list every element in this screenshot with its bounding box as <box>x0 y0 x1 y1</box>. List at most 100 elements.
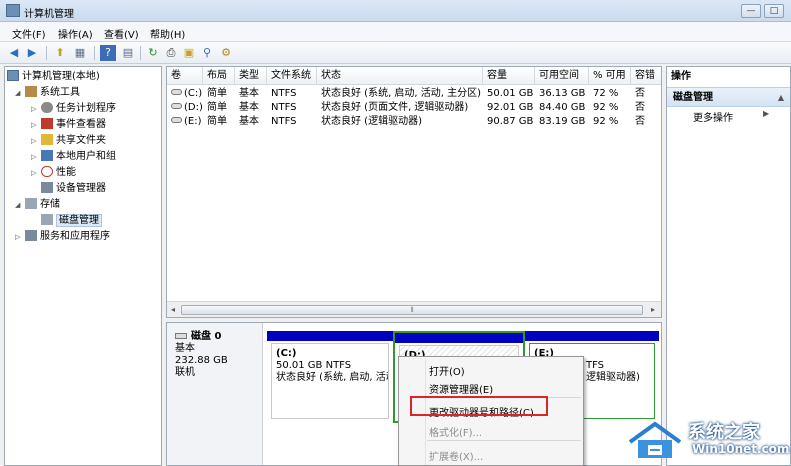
volume-filesystem: NTFS <box>271 116 297 127</box>
more-actions-label: 更多操作 <box>693 113 733 124</box>
expand-icon[interactable]: ▷ <box>15 229 25 245</box>
tree-item-local-users[interactable]: ▷ 本地用户和组 <box>31 149 116 165</box>
menu-item-extend-volume[interactable]: 扩展卷(X)... <box>429 448 483 463</box>
tree-item-system-tools[interactable]: ◢ 系统工具 <box>15 85 80 101</box>
tree-item-shared-folders[interactable]: ▷ 共享文件夹 <box>31 133 106 149</box>
window-title: 计算机管理 <box>24 9 74 20</box>
scrollbar-thumb[interactable]: ⦀ <box>181 305 643 315</box>
expand-icon[interactable]: ▷ <box>31 165 41 181</box>
table-row[interactable]: (E:) 简单 基本 NTFS 状态良好 (逻辑驱动器) 90.87 GB 83… <box>167 114 661 129</box>
volume-capacity: 92.01 GB <box>487 102 534 113</box>
console-icon[interactable]: ▤ <box>120 45 136 61</box>
column-header-layout[interactable]: 布局 <box>203 67 235 85</box>
refresh-icon[interactable]: ↻ <box>145 45 161 61</box>
more-actions-arrow-icon: ▶ <box>763 109 770 118</box>
expand-icon[interactable]: ▷ <box>31 101 41 117</box>
volume-capacity: 90.87 GB <box>487 116 534 127</box>
column-header-type[interactable]: 类型 <box>235 67 267 85</box>
column-header-filesystem[interactable]: 文件系统 <box>267 67 317 85</box>
volume-layout: 简单 <box>207 88 227 99</box>
partition-bar <box>395 333 523 343</box>
watermark-brand: 系统之家 <box>688 422 760 443</box>
partition-c[interactable]: (C:) 50.01 GB NTFS 状态良好 (系统, 启动, 活动, 主分区… <box>267 331 393 423</box>
volume-status: 状态良好 (页面文件, 逻辑驱动器) <box>321 102 469 113</box>
storage-icon <box>25 198 37 209</box>
expand-icon[interactable]: ▷ <box>31 117 41 133</box>
menu-item-format[interactable]: 格式化(F)... <box>429 424 482 439</box>
tree-item-disk-management[interactable]: 磁盘管理 <box>41 213 102 229</box>
tree-item-device-manager[interactable]: 设备管理器 <box>41 181 106 197</box>
menu-help[interactable]: 帮助(H) <box>150 26 185 41</box>
column-header-percent-free[interactable]: % 可用 <box>589 67 631 85</box>
volume-filesystem: NTFS <box>271 88 297 99</box>
search-icon[interactable]: ⚲ <box>199 45 215 61</box>
volume-free-space: 84.40 GB <box>539 102 586 113</box>
volume-type: 基本 <box>239 102 259 113</box>
tree-item-event-viewer[interactable]: ▷ 事件查看器 <box>31 117 106 133</box>
device-manager-icon <box>41 182 53 193</box>
up-icon[interactable]: ⬆ <box>52 45 68 61</box>
disk-status: 联机 <box>175 367 195 378</box>
properties-icon[interactable]: ▣ <box>181 45 197 61</box>
volume-name: (C:) <box>184 88 203 99</box>
tree-item-storage[interactable]: ◢ 存储 <box>15 197 60 213</box>
more-actions-link[interactable]: 更多操作 ▶ <box>693 109 769 124</box>
volume-status: 状态良好 (逻辑驱动器) <box>321 116 422 127</box>
actions-pane: 操作 磁盘管理 ▲ 更多操作 ▶ <box>666 66 791 466</box>
tree-item-task-scheduler[interactable]: ▷ 任务计划程序 <box>31 101 116 117</box>
horizontal-scrollbar[interactable]: ◂ ⦀ ▸ <box>167 301 661 317</box>
navigation-tree: 计算机管理(本地) ◢ 系统工具 ▷ 任务计划程序 ▷ 事件查看器 ▷ 共享文件夹 ▷ 本… <box>4 66 162 466</box>
collapse-icon[interactable]: ◢ <box>15 197 25 213</box>
column-header-volume[interactable]: 卷 <box>167 67 203 85</box>
maximize-button[interactable]: □ <box>764 4 784 18</box>
table-row[interactable]: (C:) 简单 基本 NTFS 状态良好 (系统, 启动, 活动, 主分区) 5… <box>167 86 661 101</box>
column-header-status[interactable]: 状态 <box>317 67 483 85</box>
menu-action[interactable]: 操作(A) <box>58 26 93 41</box>
disk-size: 232.88 GB <box>175 355 228 366</box>
tree-item-services[interactable]: ▷ 服务和应用程序 <box>15 229 110 245</box>
scroll-right-icon[interactable]: ▸ <box>651 305 655 314</box>
collapse-arrow-icon[interactable]: ▲ <box>778 88 784 108</box>
users-icon <box>41 150 53 161</box>
scroll-left-icon[interactable]: ◂ <box>171 305 175 314</box>
volume-percent-free: 92 % <box>593 102 619 113</box>
performance-icon <box>41 166 53 177</box>
partition-bar <box>525 331 659 341</box>
toolbar-separator <box>140 46 141 60</box>
menu-view[interactable]: 查看(V) <box>104 26 139 41</box>
volume-status: 状态良好 (系统, 启动, 活动, 主分区) <box>321 88 482 99</box>
column-header-fault-tolerance[interactable]: 容错 <box>631 67 661 85</box>
title-bar: 计算机管理 — □ <box>0 0 791 22</box>
table-row[interactable]: (D:) 简单 基本 NTFS 状态良好 (页面文件, 逻辑驱动器) 92.01… <box>167 100 661 115</box>
help-icon[interactable]: ? <box>100 45 116 61</box>
partition-name: (C:) <box>276 348 297 359</box>
collapse-icon[interactable]: ◢ <box>15 85 25 101</box>
export-icon[interactable]: ⎙ <box>163 45 179 61</box>
back-icon[interactable]: ◀ <box>6 45 22 61</box>
volume-fault-tolerance: 否 <box>635 88 645 99</box>
clock-icon <box>41 102 53 113</box>
menu-item-explorer[interactable]: 资源管理器(E) <box>429 381 493 396</box>
tools-icon <box>25 86 37 97</box>
volume-free-space: 36.13 GB <box>539 88 586 99</box>
highlight-annotation <box>410 396 548 416</box>
forward-icon[interactable]: ▶ <box>24 45 40 61</box>
menu-file[interactable]: 文件(F) <box>12 26 46 41</box>
minimize-button[interactable]: — <box>741 4 761 18</box>
column-header-capacity[interactable]: 容量 <box>483 67 535 85</box>
tree-item-root[interactable]: 计算机管理(本地) <box>7 69 100 85</box>
menu-item-open[interactable]: 打开(O) <box>429 363 465 378</box>
settings-icon[interactable]: ⚙ <box>218 45 234 61</box>
disk-0-label[interactable]: 磁盘 0 基本 232.88 GB 联机 <box>167 323 263 465</box>
disk-management-icon <box>41 214 53 225</box>
toolbar: ◀ ▶ ⬆ ▦ ? ▤ ↻ ⎙ ▣ ⚲ ⚙ <box>0 42 791 64</box>
volume-list-header: 卷 布局 类型 文件系统 状态 容量 可用空间 % 可用 容错 <box>167 67 661 85</box>
show-hide-tree-icon[interactable]: ▦ <box>72 45 88 61</box>
column-header-free-space[interactable]: 可用空间 <box>535 67 589 85</box>
event-viewer-icon <box>41 118 53 129</box>
expand-icon[interactable]: ▷ <box>31 133 41 149</box>
actions-section-disk-management[interactable]: 磁盘管理 ▲ <box>667 87 790 107</box>
drive-icon <box>171 103 182 109</box>
expand-icon[interactable]: ▷ <box>31 149 41 165</box>
tree-item-performance[interactable]: ▷ 性能 <box>31 165 76 181</box>
